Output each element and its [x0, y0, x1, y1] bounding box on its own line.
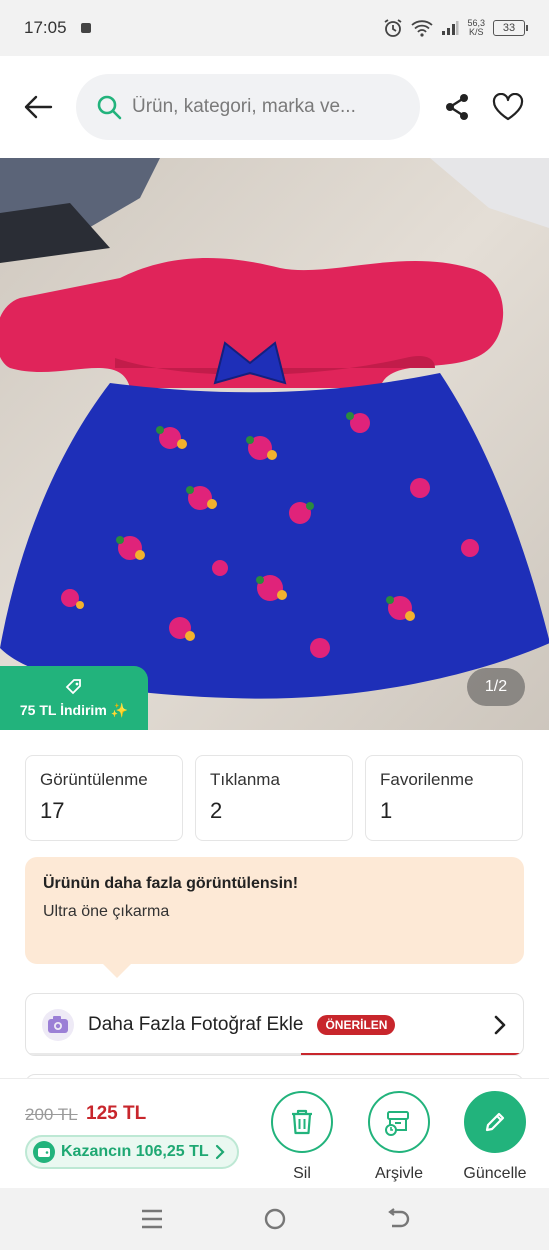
delete-button[interactable]: Sil [260, 1091, 344, 1183]
speed-unit: K/S [468, 27, 484, 37]
status-time: 17:05 [24, 18, 67, 37]
camera-icon [42, 1008, 74, 1041]
network-speed: 56,3 K/S [467, 19, 485, 37]
archive-label: Arşivle [374, 1165, 423, 1182]
signal-icon [442, 21, 459, 35]
old-price: 200 TL [25, 1105, 78, 1124]
earnings-text: Kazancın 106,25 TL [61, 1143, 209, 1160]
recommended-badge: ÖNERİLEN [317, 1014, 396, 1035]
stat-value: 2 [210, 798, 223, 823]
status-icons: 56,3 K/S 33 [383, 18, 528, 38]
battery-level: 33 [502, 22, 516, 34]
archive-button[interactable]: Arşivle [357, 1091, 441, 1183]
stat-value: 1 [380, 798, 393, 823]
update-circle [464, 1091, 526, 1153]
stats-row: Görüntülenme 17 Tıklanma 2 Favorilenme 1 [25, 755, 523, 841]
chevron-right-icon [215, 1144, 225, 1160]
price-tag-icon [65, 678, 81, 694]
delete-circle [271, 1091, 333, 1153]
earnings-pill[interactable]: Kazancın 106,25 TL [25, 1135, 239, 1169]
image-page-indicator: 1/2 [467, 668, 525, 706]
current-price: 125 TL [86, 1103, 147, 1124]
stat-label: Tıklanma [210, 770, 280, 789]
stat-card-favorites: Favorilenme 1 [365, 755, 523, 841]
wallet-icon [33, 1141, 55, 1163]
promo-subtitle: Ultra öne çıkarma [43, 903, 170, 920]
search-placeholder: Ürün, kategori, marka ve... [132, 96, 356, 117]
back-button[interactable] [0, 56, 76, 158]
chevron-right-icon [494, 1015, 506, 1034]
alarm-icon [384, 19, 402, 37]
add-photo-suggestion[interactable]: Daha Fazla Fotoğraf Ekle ÖNERİLEN [25, 993, 524, 1056]
listing-details: Görüntülenme 17 Tıklanma 2 Favorilenme 1… [0, 730, 549, 1094]
dress-photo [0, 158, 549, 730]
stat-label: Favorilenme [380, 770, 474, 789]
share-button[interactable] [433, 56, 481, 158]
stat-label: Görüntülenme [40, 770, 148, 789]
update-button[interactable]: Güncelle [453, 1091, 537, 1183]
discount-text: 75 TL İndirim ✨ [19, 701, 129, 718]
stat-card-views: Görüntülenme 17 [25, 755, 183, 841]
notification-icon [80, 23, 91, 33]
product-photo[interactable] [0, 158, 549, 730]
boost-promo-card[interactable]: Ürünün daha fazla görüntülensin! Ultra ö… [25, 857, 524, 978]
top-header: Ürün, kategori, marka ve... [0, 56, 549, 158]
system-nav-bar [0, 1188, 549, 1250]
delete-label: Sil [293, 1165, 311, 1182]
back-arrow-icon [24, 95, 53, 119]
update-label: Güncelle [463, 1165, 527, 1182]
suggestion-progress-fill [301, 1053, 523, 1055]
wifi-icon [411, 20, 434, 37]
home-icon[interactable] [263, 1207, 287, 1231]
suggestion-label: Daha Fazla Fotoğraf Ekle [88, 1013, 304, 1035]
share-icon [446, 94, 468, 120]
discount-badge: 75 TL İndirim ✨ [0, 666, 148, 730]
pencil-icon [485, 1112, 505, 1132]
bottom-action-bar: 200 TL 125 TL Kazancın 106,25 TL Sil Arş… [0, 1078, 549, 1188]
archive-icon [385, 1111, 409, 1136]
search-input[interactable]: Ürün, kategori, marka ve... [76, 74, 420, 140]
back-nav-icon[interactable] [386, 1208, 410, 1230]
archive-circle [368, 1091, 430, 1153]
status-bar: 17:05 56,3 K/S 33 [0, 0, 549, 56]
battery-icon: 33 [493, 20, 528, 36]
menu-icon[interactable] [140, 1208, 164, 1230]
stat-value: 17 [40, 798, 65, 823]
favorite-button[interactable] [484, 56, 532, 158]
promo-title: Ürünün daha fazla görüntülensin! [43, 875, 299, 892]
search-icon [97, 95, 122, 120]
heart-icon [492, 93, 524, 121]
stat-card-clicks: Tıklanma 2 [195, 755, 353, 841]
trash-icon [292, 1109, 312, 1135]
